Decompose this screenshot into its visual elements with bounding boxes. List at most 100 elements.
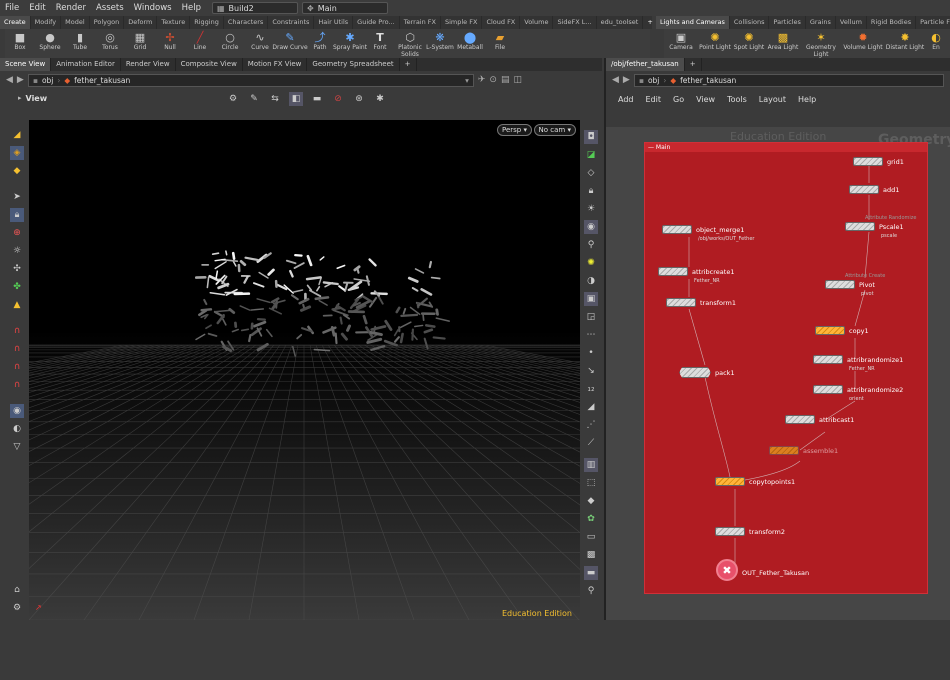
- select-tool-icon[interactable]: ◢: [10, 128, 24, 142]
- tab-composite-view[interactable]: Composite View: [176, 58, 243, 71]
- network-editor-canvas[interactable]: Education Edition Geometry — Main: [606, 127, 950, 620]
- view-menu-chevron-icon[interactable]: ▸: [18, 94, 22, 102]
- tab-scene-view[interactable]: Scene View: [0, 58, 51, 71]
- desktop-selector[interactable]: ▦ Build2: [212, 2, 298, 14]
- scale-tool-icon[interactable]: ◈: [10, 146, 24, 160]
- lock-icon[interactable]: 🔒︎: [10, 208, 24, 222]
- tab-motion-fx-view[interactable]: Motion FX View: [243, 58, 308, 71]
- forward-arrow-icon[interactable]: ▶: [623, 75, 630, 85]
- shelf-tab[interactable]: Rigid Bodies: [867, 16, 916, 29]
- normals-icon[interactable]: ↘: [584, 364, 598, 378]
- network-node[interactable]: attribrandomize1Fether_NR: [813, 355, 903, 364]
- shelf-tab[interactable]: Simple FX: [441, 16, 482, 29]
- network-node[interactable]: assemble1: [769, 446, 838, 455]
- ambient-light-icon[interactable]: ✺: [584, 256, 598, 270]
- network-node[interactable]: object_merge1/obj/works/OUT_Fether: [662, 225, 744, 234]
- light-tool-icon[interactable]: ☼: [10, 244, 24, 258]
- back-arrow-icon[interactable]: ◀: [612, 75, 619, 85]
- bounding-box-icon[interactable]: ⬚: [584, 476, 598, 490]
- cam-selector[interactable]: No cam ▾: [534, 124, 576, 136]
- shelf-tab[interactable]: SideFX L...: [553, 16, 596, 29]
- path-field[interactable]: ▪ obj › ◆ fether_takusan ▾: [28, 74, 474, 87]
- link-icon[interactable]: ⊙: [489, 75, 497, 85]
- tool-spot-light[interactable]: ✺Spot Light: [732, 29, 766, 58]
- tool-environment-light[interactable]: ◐En: [926, 29, 946, 58]
- network-node[interactable]: copy1: [815, 326, 869, 335]
- network-node[interactable]: Pscale1pscaleAttribute Randomize: [845, 222, 904, 231]
- node-body[interactable]: [715, 477, 745, 486]
- point-display-icon[interactable]: ⋯: [584, 328, 598, 342]
- tool-grid[interactable]: ▦Grid: [125, 29, 155, 58]
- magnet-point-icon[interactable]: ∩: [10, 342, 24, 356]
- tool-area-light[interactable]: ▩Area Light: [766, 29, 800, 58]
- node-body[interactable]: [813, 355, 843, 364]
- menu-edit[interactable]: Edit: [24, 3, 50, 13]
- network-node[interactable]: attribcast1: [785, 415, 854, 424]
- screenshot-icon[interactable]: ▬: [584, 566, 598, 580]
- bone-tool-icon[interactable]: ✣: [10, 262, 24, 276]
- menu-assets[interactable]: Assets: [91, 3, 129, 13]
- home-view-icon[interactable]: ⌂: [10, 583, 24, 597]
- tool-curve[interactable]: ∿Curve: [245, 29, 275, 58]
- network-node[interactable]: transform2: [715, 527, 785, 536]
- network-node[interactable]: PivotpivotAttribute Create: [825, 280, 875, 289]
- tool-null[interactable]: ✢Null: [155, 29, 185, 58]
- tool-torus[interactable]: ◎Torus: [95, 29, 125, 58]
- network-node[interactable]: transform1: [666, 298, 736, 307]
- shelf-tab[interactable]: Texture: [157, 16, 190, 29]
- node-body[interactable]: [715, 527, 745, 536]
- shelf-tab[interactable]: Grains: [806, 16, 836, 29]
- network-menu-add[interactable]: Add: [612, 95, 640, 104]
- magnet-snap-icon[interactable]: ∩: [10, 324, 24, 338]
- shelf-tab[interactable]: Guide Pro...: [353, 16, 400, 29]
- network-node[interactable]: add1: [849, 185, 899, 194]
- display-geometry-icon[interactable]: ◘: [584, 130, 598, 144]
- shelf-tab[interactable]: Create: [0, 16, 31, 29]
- node-body[interactable]: [825, 280, 855, 289]
- tool-circle[interactable]: ○Circle: [215, 29, 245, 58]
- camera-view-icon[interactable]: ▬: [310, 92, 324, 106]
- network-node[interactable]: attribrandomize2orient: [813, 385, 903, 394]
- wireframe-icon[interactable]: ◇: [584, 166, 598, 180]
- frame-selected-icon[interactable]: ⚙: [10, 601, 24, 615]
- render-region-icon[interactable]: ⊛: [352, 92, 366, 106]
- network-menu-go[interactable]: Go: [667, 95, 690, 104]
- node-body[interactable]: [845, 222, 875, 231]
- node-body[interactable]: [666, 298, 696, 307]
- lock-camera-icon[interactable]: 🔒︎: [584, 184, 598, 198]
- safe-area-icon[interactable]: ◲: [584, 310, 598, 324]
- shelf-tab[interactable]: Terrain FX: [400, 16, 441, 29]
- network-node[interactable]: grid1: [853, 157, 904, 166]
- guide-geometry-icon[interactable]: ◪: [584, 148, 598, 162]
- transform-tool-icon[interactable]: ⇆: [268, 92, 282, 106]
- node-body[interactable]: [849, 185, 879, 194]
- menu-help[interactable]: Help: [177, 3, 206, 13]
- tool-platonic-solids[interactable]: ⬡Platonic Solids: [395, 29, 425, 58]
- add-pane-tab-button[interactable]: +: [685, 58, 702, 71]
- shelf-tab[interactable]: Characters: [224, 16, 268, 29]
- pointer-arrow-icon[interactable]: ➤: [10, 190, 24, 204]
- node-body[interactable]: [815, 326, 845, 335]
- menu-windows[interactable]: Windows: [129, 3, 177, 13]
- shelf-tab[interactable]: Deform: [124, 16, 157, 29]
- shelf-tab[interactable]: Lights and Cameras: [656, 16, 730, 29]
- network-menu-tools[interactable]: Tools: [721, 95, 753, 104]
- render-view-icon[interactable]: ▣: [584, 292, 598, 306]
- display-options-icon[interactable]: ⚙: [226, 92, 240, 106]
- view-tool-icon[interactable]: ◉: [10, 404, 24, 418]
- snap-grid-icon[interactable]: ▲: [10, 298, 24, 312]
- network-node[interactable]: ✖OUT_Fether_Takusan: [716, 565, 809, 581]
- pane-maximize-icon[interactable]: ◫: [513, 75, 522, 85]
- tab-render-view[interactable]: Render View: [121, 58, 176, 71]
- shelf-tab[interactable]: Hair Utils: [314, 16, 353, 29]
- tab-animation-editor[interactable]: Animation Editor: [51, 58, 121, 71]
- network-node[interactable]: copytopoints1: [715, 477, 795, 486]
- forward-arrow-icon[interactable]: ▶: [17, 75, 24, 85]
- pin-icon[interactable]: ✈: [478, 75, 486, 85]
- tool-sphere[interactable]: ●Sphere: [35, 29, 65, 58]
- tab-geometry-spreadsheet[interactable]: Geometry Spreadsheet: [307, 58, 399, 71]
- shading-mode-icon[interactable]: ◧: [289, 92, 303, 106]
- shelf-tab[interactable]: Collisions: [730, 16, 770, 29]
- tool-camera[interactable]: ▣Camera: [664, 29, 698, 58]
- add-pane-tab-button[interactable]: +: [400, 58, 417, 71]
